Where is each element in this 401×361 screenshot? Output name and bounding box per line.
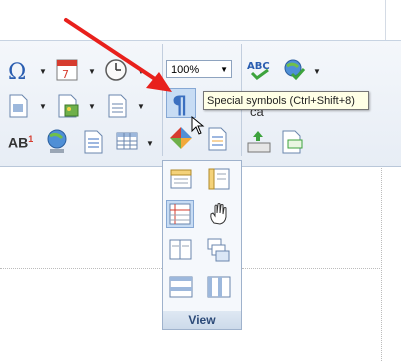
page-dropdown[interactable]: ▼ bbox=[137, 102, 145, 111]
shapes-icon[interactable] bbox=[168, 125, 194, 151]
table-dropdown[interactable]: ▼ bbox=[146, 139, 154, 148]
spellcheck-icon[interactable]: ABC bbox=[246, 58, 274, 82]
omega-icon[interactable]: Ω bbox=[6, 59, 32, 85]
caps-button[interactable]: AB1 bbox=[8, 134, 33, 151]
grid-lines-icon bbox=[169, 203, 191, 225]
insert-symbol-dropdown[interactable]: ▼ bbox=[39, 67, 47, 76]
annotation-arrow bbox=[64, 18, 172, 92]
svg-text:Ω: Ω bbox=[8, 60, 26, 83]
window-edge bbox=[385, 0, 401, 40]
ruler-vertical-icon[interactable] bbox=[207, 167, 231, 191]
globe-network-icon[interactable] bbox=[44, 128, 70, 156]
margin-guide bbox=[381, 168, 382, 361]
horizontal-split-icon[interactable] bbox=[168, 274, 194, 300]
two-pages-icon[interactable] bbox=[168, 237, 194, 263]
stacked-windows-icon[interactable] bbox=[206, 237, 232, 263]
image-dropdown[interactable]: ▼ bbox=[88, 102, 96, 111]
document-icon[interactable] bbox=[7, 93, 31, 119]
language-dropdown[interactable]: ▼ bbox=[313, 67, 321, 76]
vertical-split-icon[interactable] bbox=[206, 274, 232, 300]
field-icon[interactable] bbox=[280, 129, 306, 155]
ruler-horizontal-icon[interactable] bbox=[169, 167, 193, 191]
margin-guide bbox=[0, 268, 162, 269]
document-dropdown[interactable]: ▼ bbox=[39, 102, 47, 111]
view-panel-label: View bbox=[163, 311, 241, 329]
document-lines-icon[interactable] bbox=[82, 129, 106, 155]
document-lines-icon[interactable] bbox=[206, 126, 230, 152]
margin-guide bbox=[242, 268, 382, 269]
table-icon[interactable] bbox=[115, 131, 141, 153]
grid-lines-button[interactable] bbox=[166, 200, 194, 228]
caps-label: AB bbox=[8, 134, 29, 151]
keyboard-icon[interactable] bbox=[246, 129, 272, 155]
hand-icon[interactable] bbox=[206, 201, 232, 227]
chevron-down-icon[interactable]: ▼ bbox=[220, 61, 228, 79]
caps-superscript: 1 bbox=[28, 134, 34, 144]
tooltip: Special symbols (Ctrl+Shift+8) bbox=[203, 91, 369, 110]
globe-check-icon[interactable] bbox=[282, 57, 308, 83]
